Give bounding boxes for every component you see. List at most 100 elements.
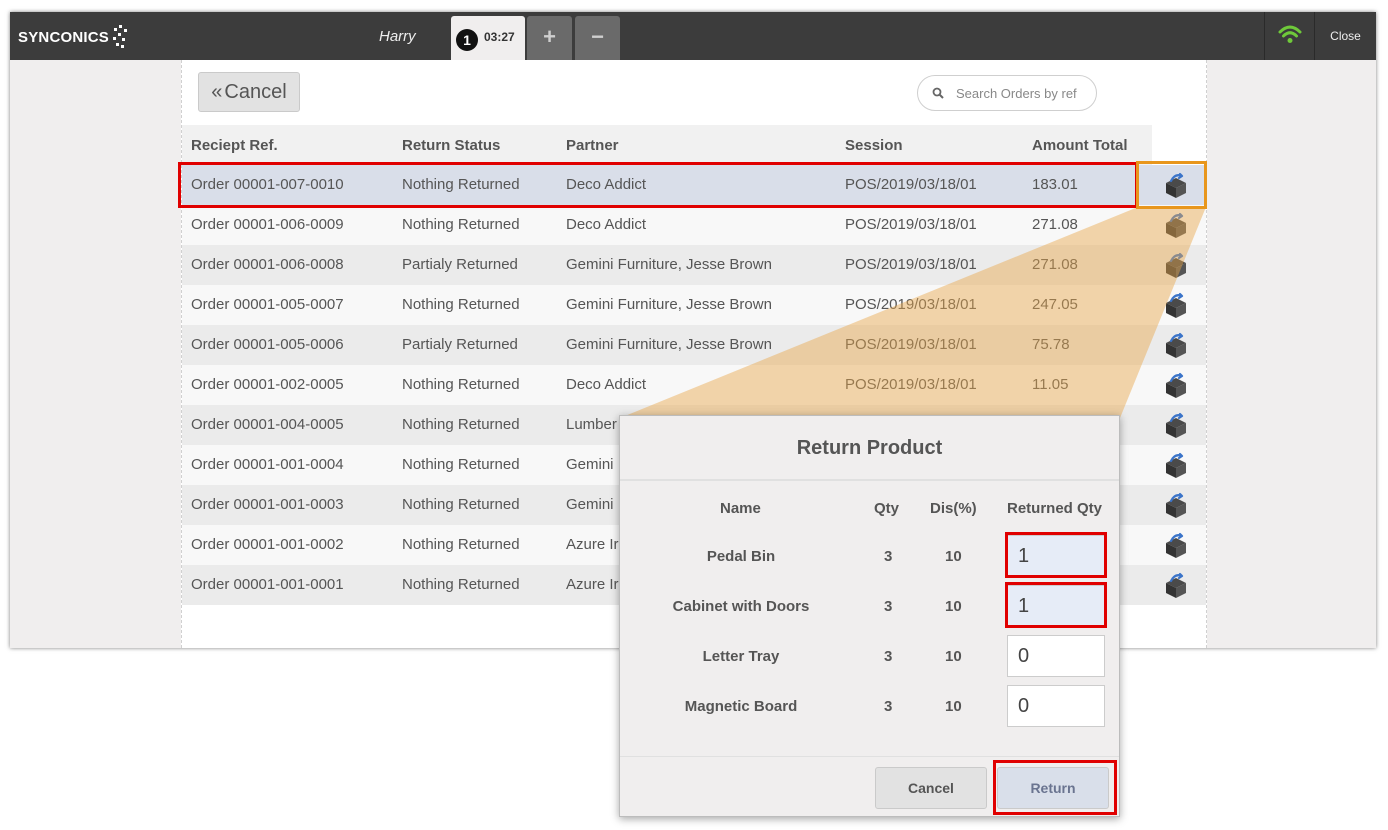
return-box-icon[interactable] <box>1162 572 1190 600</box>
table-row[interactable]: Order 00001-006-0009 Nothing Returned Deco… <box>182 205 1206 245</box>
cell-status: Partialy Returned <box>402 336 518 353</box>
line-product-name: Cabinet with Doors <box>672 598 810 615</box>
return-box-icon[interactable] <box>1162 492 1190 520</box>
cell-partner: Azure Ir <box>566 536 619 553</box>
cell-status: Nothing Returned <box>402 376 520 393</box>
line-product-name: Letter Tray <box>702 648 780 665</box>
header-partner: Partner <box>566 137 619 154</box>
return-box-icon[interactable] <box>1162 212 1190 240</box>
cell-session: POS/2019/03/18/01 <box>845 336 977 353</box>
cell-status: Partialy Returned <box>402 256 518 273</box>
cell-partner: Deco Addict <box>566 216 647 233</box>
header-return-status: Return Status <box>402 137 501 154</box>
cell-ref: Order 00001-005-0007 <box>191 296 344 313</box>
logo-mark-icon <box>112 24 128 50</box>
add-order-button[interactable]: + <box>527 16 572 60</box>
return-button-highlight <box>993 760 1117 815</box>
cell-ref: Order 00001-004-0005 <box>191 416 344 433</box>
cashier-name[interactable]: Harry <box>379 28 416 45</box>
cell-ref: Order 00001-001-0003 <box>191 496 344 513</box>
cell-partner: Gemini Furniture, Jesse Brown <box>566 256 772 273</box>
returned-qty-input[interactable]: 0 <box>1007 685 1105 727</box>
synconics-logo: SYNCONICS <box>18 24 128 50</box>
line-qty: 3 <box>884 698 893 715</box>
search-placeholder: Search Orders by ref <box>956 86 1077 101</box>
cell-partner: Gemini Furniture, Jesse Brown <box>566 296 772 313</box>
col-name: Name <box>720 500 761 517</box>
wifi-icon <box>1264 12 1314 60</box>
cell-ref: Order 00001-006-0008 <box>191 256 344 273</box>
cell-status: Nothing Returned <box>402 216 520 233</box>
cancel-button[interactable]: « Cancel <box>198 72 300 112</box>
cell-ref: Order 00001-001-0004 <box>191 456 344 473</box>
table-row[interactable]: Order 00001-005-0006 Partialy Returned Gem… <box>182 325 1206 365</box>
cell-ref: Order 00001-006-0009 <box>191 216 344 233</box>
return-box-icon[interactable] <box>1162 252 1190 280</box>
cell-partner: Azure Ir <box>566 576 619 593</box>
cell-amount: 11.05 <box>1032 376 1069 393</box>
order-time: 03:27 <box>484 30 515 44</box>
cell-ref: Order 00001-005-0006 <box>191 336 344 353</box>
cell-status: Nothing Returned <box>402 536 520 553</box>
return-box-icon[interactable] <box>1162 372 1190 400</box>
cell-status: Nothing Returned <box>402 296 520 313</box>
return-box-icon[interactable] <box>1162 332 1190 360</box>
double-chevron-left-icon: « <box>211 80 223 103</box>
orders-table-header: Reciept Ref. Return Status Partner Sessi… <box>182 125 1152 165</box>
line-discount: 10 <box>945 598 962 615</box>
returned-qty-input[interactable]: 0 <box>1007 635 1105 677</box>
return-box-icon[interactable] <box>1162 452 1190 480</box>
cell-partner: Gemini <box>566 456 614 473</box>
line-qty: 3 <box>884 548 893 565</box>
cell-amount: 271.08 <box>1032 216 1078 233</box>
cell-status: Nothing Returned <box>402 496 520 513</box>
dialog-cancel-button[interactable]: Cancel <box>875 767 987 809</box>
returned-qty-highlight <box>1005 582 1107 628</box>
cell-partner: Gemini Furniture, Jesse Brown <box>566 336 772 353</box>
cell-amount: 271.08 <box>1032 256 1078 273</box>
logo-text: SYNCONICS <box>18 28 109 46</box>
cell-partner: Gemini <box>566 496 614 513</box>
cell-partner: Deco Addict <box>566 376 647 393</box>
header-session: Session <box>845 137 903 154</box>
returned-qty-highlight <box>1005 532 1107 578</box>
selected-row-highlight <box>178 162 1138 208</box>
cell-amount: 247.05 <box>1032 296 1078 313</box>
table-row[interactable]: Order 00001-006-0008 Partialy Returned Gem… <box>182 245 1206 285</box>
return-box-icon[interactable] <box>1162 532 1190 560</box>
search-orders-input[interactable]: Search Orders by ref <box>917 75 1097 111</box>
search-icon <box>932 87 944 99</box>
close-button[interactable]: Close <box>1314 12 1376 60</box>
col-returned-qty: Returned Qty <box>1007 500 1103 517</box>
cancel-label: Cancel <box>224 80 287 103</box>
table-row[interactable]: Order 00001-002-0005 Nothing Returned Deco… <box>182 365 1206 405</box>
dialog-title: Return Product <box>620 416 1119 481</box>
line-discount: 10 <box>945 548 962 565</box>
header-amount-total: Amount Total <box>1032 137 1128 154</box>
cell-status: Nothing Returned <box>402 416 520 433</box>
cell-status: Nothing Returned <box>402 456 520 473</box>
col-qty: Qty <box>874 500 900 517</box>
line-product-name: Pedal Bin <box>706 548 776 565</box>
order-tab[interactable]: 1 03:27 <box>451 16 525 60</box>
cell-ref: Order 00001-002-0005 <box>191 376 344 393</box>
top-bar: SYNCONICS Harry 1 03:27 + − Close <box>10 12 1376 60</box>
table-row[interactable]: Order 00001-005-0007 Nothing Returned Gemi… <box>182 285 1206 325</box>
cell-ref: Order 00001-001-0002 <box>191 536 344 553</box>
line-discount: 10 <box>945 648 962 665</box>
return-box-icon[interactable] <box>1162 412 1190 440</box>
cell-session: POS/2019/03/18/01 <box>845 256 977 273</box>
header-ref: Reciept Ref. <box>191 137 278 154</box>
line-qty: 3 <box>884 648 893 665</box>
line-qty: 3 <box>884 598 893 615</box>
remove-order-button[interactable]: − <box>575 16 620 60</box>
cell-session: POS/2019/03/18/01 <box>845 296 977 313</box>
order-number-badge: 1 <box>456 29 478 51</box>
col-discount: Dis(%) <box>930 500 977 517</box>
cell-status: Nothing Returned <box>402 576 520 593</box>
cell-partner: Lumber <box>566 416 617 433</box>
line-product-name: Magnetic Board <box>684 698 798 715</box>
return-icon-highlight <box>1136 161 1207 209</box>
return-box-icon[interactable] <box>1162 292 1190 320</box>
cell-amount: 75.78 <box>1032 336 1070 353</box>
